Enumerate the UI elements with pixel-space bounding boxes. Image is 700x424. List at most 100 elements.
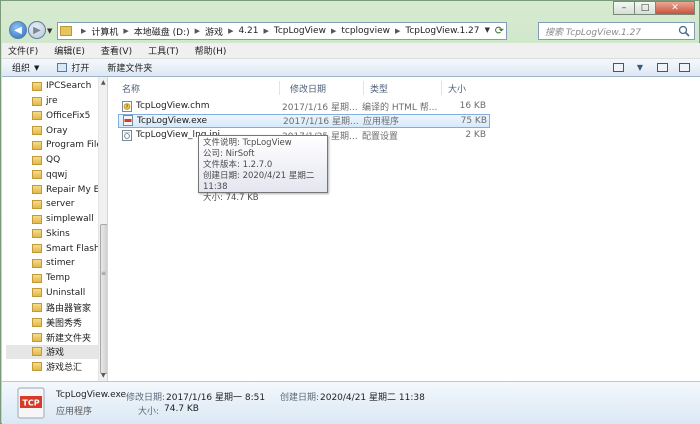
file-list: 名称 修改日期 类型 大小 ? TcpLogView.chm 2017/1/16 星…: [112, 77, 700, 381]
chevron-down-icon: ▼: [34, 63, 40, 72]
folder-icon: [32, 229, 42, 239]
nav-item[interactable]: Temp: [32, 271, 107, 286]
new-folder-button[interactable]: 新建文件夹: [107, 61, 152, 74]
breadcrumb-games[interactable]: 游戏: [205, 25, 223, 38]
chevron-right-icon[interactable]: ▶: [264, 27, 269, 35]
chevron-right-icon[interactable]: ▶: [81, 27, 86, 35]
column-header-size[interactable]: 大小: [442, 81, 488, 95]
chm-icon: ?: [122, 100, 132, 112]
nav-item[interactable]: Uninstall: [32, 286, 107, 301]
details-pane: TCP TcpLogView.exe 应用程序 修改日期: 2017/1/16 …: [2, 381, 700, 424]
preview-pane-icon: [656, 63, 668, 72]
scroll-up-icon[interactable]: ▲: [101, 79, 106, 86]
address-bar[interactable]: ▶ 计算机 ▶ 本地磁盘 (D:) ▶ 游戏 ▶ 4.21 ▶ TcpLogVi…: [57, 22, 507, 40]
tooltip-line: 公司: NirSoft: [203, 149, 255, 159]
breadcrumb-current[interactable]: TcpLogView.1.27: [405, 26, 479, 36]
nav-item[interactable]: OfficeFix5: [32, 109, 107, 124]
nav-item[interactable]: Oray: [32, 123, 107, 138]
nav-item[interactable]: Repair My Exc: [32, 182, 107, 197]
column-header-name[interactable]: 名称: [116, 81, 280, 95]
breadcrumb-tcplogview-lower[interactable]: tcplogview: [341, 26, 390, 36]
forward-button[interactable]: ▶: [28, 21, 46, 39]
chevron-right-icon[interactable]: ▶: [395, 27, 400, 35]
scrollbar-thumb[interactable]: [100, 224, 107, 374]
scroll-down-icon[interactable]: ▼: [101, 372, 106, 379]
nav-item[interactable]: simplewall: [32, 212, 107, 227]
search-input[interactable]: 搜索 TcpLogView.1.27: [538, 22, 695, 40]
nav-item-label: Uninstall: [46, 287, 86, 298]
menu-tools[interactable]: 工具(T): [148, 44, 179, 57]
column-header-type[interactable]: 类型: [364, 81, 442, 95]
detail-file-kind: 应用程序: [56, 407, 93, 417]
chevron-right-icon[interactable]: ▶: [195, 27, 200, 35]
nav-item[interactable]: QQ: [32, 153, 107, 168]
organize-label: 组织: [12, 64, 31, 74]
ini-icon: [122, 129, 132, 141]
nav-item[interactable]: 新建文件夹: [32, 330, 107, 345]
breadcrumb-disk-d[interactable]: 本地磁盘 (D:): [134, 25, 190, 38]
nav-item-label: qqwj: [46, 169, 68, 180]
view-dropdown-icon[interactable]: ▼: [632, 61, 648, 74]
menu-file[interactable]: 文件(F): [8, 44, 38, 57]
file-row[interactable]: TcpLogView.exe 2017/1/16 星期... 应用程序 75 KB: [118, 113, 490, 128]
chevron-right-icon[interactable]: ▶: [331, 27, 336, 35]
file-name: TcpLogView.chm: [136, 101, 210, 111]
file-date: 2017/1/16 星期...: [283, 117, 359, 127]
nav-item[interactable]: qqwj: [32, 168, 107, 183]
nav-item[interactable]: Skins: [32, 227, 107, 242]
folder-icon: [32, 288, 42, 298]
nav-item[interactable]: jre: [32, 94, 107, 109]
nav-item[interactable]: stimer: [32, 256, 107, 271]
folder-icon: [32, 347, 42, 357]
folder-icon: [32, 81, 42, 91]
file-name-cell: TcpLogView.exe: [119, 115, 279, 126]
search-icon[interactable]: [678, 25, 690, 37]
chevron-right-icon[interactable]: ▶: [228, 27, 233, 35]
file-type: 应用程序: [363, 117, 400, 127]
close-button[interactable]: ✕: [655, 1, 695, 15]
nav-item[interactable]: IPCSearch: [32, 79, 107, 94]
organize-button[interactable]: 组织 ▼: [12, 61, 40, 75]
nav-item[interactable]: server: [32, 197, 107, 212]
refresh-icon[interactable]: ⟳: [495, 24, 504, 37]
nav-item[interactable]: 路由器管家: [32, 300, 107, 315]
tcp-app-icon: TCP: [17, 387, 45, 419]
menu-edit[interactable]: 编辑(E): [54, 44, 85, 57]
folder-icon: [32, 362, 42, 372]
maximize-button[interactable]: □: [634, 1, 656, 15]
command-bar: 组织 ▼ 打开 新建文件夹 ▼: [2, 59, 700, 77]
menu-help[interactable]: 帮助(H): [195, 44, 227, 57]
open-button[interactable]: 打开: [57, 61, 89, 74]
folder-icon: [32, 155, 42, 165]
breadcrumb-421[interactable]: 4.21: [238, 26, 258, 36]
navigation-scrollbar[interactable]: ▲ ≡ ▼: [98, 77, 107, 381]
back-button[interactable]: ◀: [9, 21, 27, 39]
exe-icon: [123, 115, 133, 126]
folder-icon: [32, 199, 42, 209]
tooltip-line: 文件说明: TcpLogView: [203, 138, 292, 148]
nav-item-label: OfficeFix5: [46, 110, 91, 121]
help-button[interactable]: [676, 61, 692, 74]
nav-item-label: 新建文件夹: [46, 333, 92, 344]
minimize-button[interactable]: –: [613, 1, 635, 15]
nav-item[interactable]: 游戏总汇: [32, 359, 107, 374]
menu-view[interactable]: 查看(V): [101, 44, 132, 57]
nav-item-label: server: [46, 199, 75, 210]
chevron-right-icon[interactable]: ▶: [123, 27, 128, 35]
file-row[interactable]: ? TcpLogView.chm 2017/1/16 星期... 编译的 HTML 帮…: [118, 99, 490, 113]
nav-item[interactable]: Smart Flash R: [32, 241, 107, 256]
nav-item[interactable]: 美图秀秀: [32, 315, 107, 330]
breadcrumb-computer[interactable]: 计算机: [91, 25, 118, 38]
address-dropdown-icon[interactable]: ▼: [485, 26, 490, 34]
file-tooltip: 文件说明: TcpLogView 公司: NirSoft 文件版本: 1.2.7.0…: [198, 135, 328, 203]
nav-item[interactable]: Program Files: [32, 138, 107, 153]
history-dropdown-icon[interactable]: ▼: [47, 27, 52, 35]
breadcrumb-tcplogview[interactable]: TcpLogView: [274, 26, 326, 36]
nav-item-label: stimer: [46, 258, 75, 269]
nav-item[interactable]: 游戏: [6, 344, 102, 360]
folder-icon: [60, 26, 72, 36]
column-header-date[interactable]: 修改日期: [284, 81, 364, 95]
change-view-button[interactable]: [610, 61, 626, 74]
preview-pane-button[interactable]: [654, 61, 670, 74]
folder-icon: [32, 273, 42, 283]
